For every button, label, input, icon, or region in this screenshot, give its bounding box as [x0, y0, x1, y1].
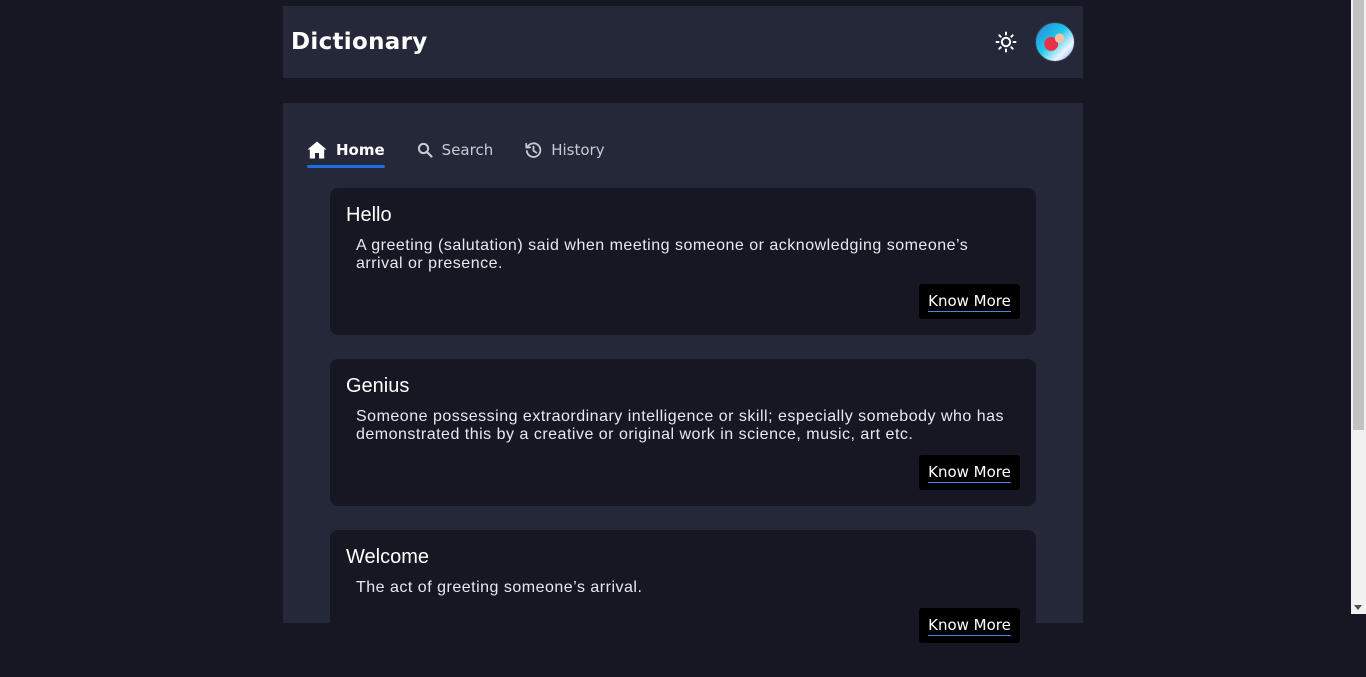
word-definition: The act of greeting someone’s arrival.	[356, 579, 643, 596]
word-card: Genius Someone possessing extraordinary …	[330, 359, 1036, 506]
tab-history[interactable]: History	[525, 136, 605, 164]
word-card: Welcome The act of greeting someone’s ar…	[330, 530, 1036, 677]
theme-toggle-button[interactable]	[993, 29, 1019, 55]
history-icon	[525, 141, 542, 159]
sun-icon	[995, 31, 1017, 53]
user-avatar[interactable]	[1035, 22, 1075, 62]
scroll-down-arrow-icon[interactable]	[1354, 605, 1362, 610]
nav-tabs: Home Search History	[307, 136, 637, 168]
tab-search-label: Search	[441, 141, 494, 159]
know-more-button[interactable]: Know More	[919, 455, 1020, 490]
know-more-button[interactable]: Know More	[919, 284, 1020, 319]
header-actions	[993, 22, 1075, 62]
main-panel: Home Search History Hello A greeting (sa…	[283, 103, 1083, 677]
word-title: Welcome	[346, 546, 429, 568]
word-card: Hello A greeting (salutation) said when …	[330, 188, 1036, 335]
know-more-label: Know More	[928, 615, 1011, 636]
tab-search[interactable]: Search	[417, 136, 494, 164]
know-more-label: Know More	[928, 291, 1011, 312]
app-title: Dictionary	[291, 29, 428, 55]
know-more-button[interactable]: Know More	[919, 608, 1020, 643]
tab-history-label: History	[551, 141, 605, 159]
home-icon	[307, 141, 327, 159]
tab-home[interactable]: Home	[307, 136, 385, 168]
search-icon	[417, 142, 433, 158]
word-title: Hello	[346, 204, 392, 226]
tab-home-label: Home	[336, 141, 385, 159]
app-header: Dictionary	[283, 6, 1083, 78]
scrollbar-thumb[interactable]	[1353, 0, 1364, 430]
word-definition: Someone possessing extraordinary intelli…	[356, 408, 1005, 443]
word-definition: A greeting (salutation) said when meetin…	[356, 237, 969, 272]
page-scrollbar[interactable]	[1351, 0, 1366, 614]
know-more-label: Know More	[928, 462, 1011, 483]
word-title: Genius	[346, 375, 410, 397]
